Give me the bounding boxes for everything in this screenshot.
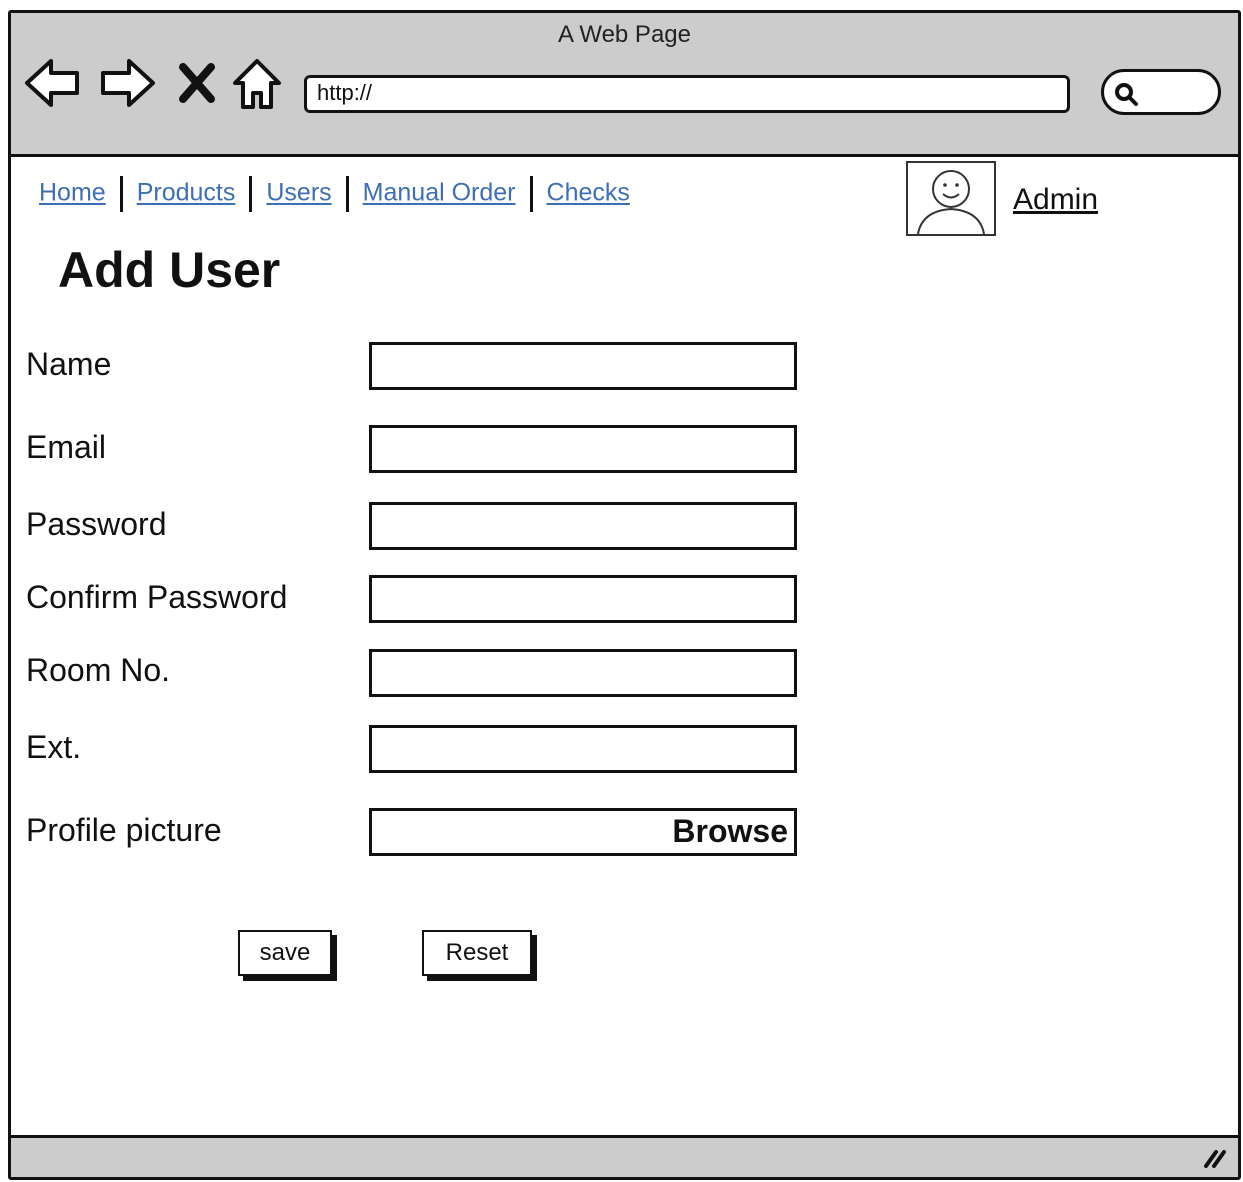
browser-window: A Web Page http:// Home Products Users Manu… bbox=[8, 10, 1241, 1180]
search-icon bbox=[1115, 83, 1138, 106]
reset-button[interactable]: Reset bbox=[422, 930, 532, 976]
window-title: A Web Page bbox=[558, 21, 691, 48]
name-field[interactable] bbox=[369, 342, 797, 390]
nav-link-users[interactable]: Users bbox=[266, 179, 331, 207]
forward-arrow-icon[interactable] bbox=[97, 55, 157, 111]
home-icon[interactable] bbox=[231, 55, 283, 111]
room-no-field[interactable] bbox=[369, 649, 797, 697]
profile-picture-label: Profile picture bbox=[26, 812, 222, 848]
nav-separator bbox=[345, 176, 349, 212]
browser-chrome: A Web Page http:// bbox=[11, 13, 1238, 157]
url-bar[interactable]: http:// bbox=[304, 75, 1070, 113]
user-avatar-icon bbox=[917, 170, 985, 235]
email-field[interactable] bbox=[369, 425, 797, 473]
page-title: Add User bbox=[58, 242, 281, 298]
room-no-label: Room No. bbox=[26, 652, 171, 688]
password-label: Password bbox=[26, 506, 167, 542]
name-label: Name bbox=[26, 346, 112, 382]
browse-button[interactable]: Browse bbox=[672, 813, 788, 850]
nav-link-manual-order[interactable]: Manual Order bbox=[363, 179, 516, 207]
ext-label: Ext. bbox=[26, 729, 82, 765]
email-label: Email bbox=[26, 429, 107, 465]
resize-grip-icon[interactable] bbox=[1202, 1148, 1228, 1168]
avatar bbox=[906, 161, 996, 236]
nav-separator bbox=[119, 176, 123, 212]
top-navigation: Home Products Users Manual Order Checks bbox=[39, 176, 630, 212]
save-button[interactable]: save bbox=[238, 930, 332, 976]
profile-picture-field[interactable]: Browse bbox=[369, 808, 797, 856]
nav-link-products[interactable]: Products bbox=[137, 179, 236, 207]
back-arrow-icon[interactable] bbox=[23, 55, 83, 111]
status-bar bbox=[11, 1135, 1238, 1177]
search-field[interactable] bbox=[1101, 69, 1221, 115]
confirm-password-field[interactable] bbox=[369, 575, 797, 623]
password-field[interactable] bbox=[369, 502, 797, 550]
nav-separator bbox=[249, 176, 253, 212]
nav-separator bbox=[529, 176, 533, 212]
nav-link-home[interactable]: Home bbox=[39, 179, 106, 207]
nav-link-checks[interactable]: Checks bbox=[547, 179, 630, 207]
ext-field[interactable] bbox=[369, 725, 797, 773]
close-x-icon[interactable] bbox=[177, 55, 217, 111]
admin-user-link[interactable]: Admin bbox=[1013, 183, 1098, 217]
confirm-password-label: Confirm Password bbox=[26, 579, 288, 615]
